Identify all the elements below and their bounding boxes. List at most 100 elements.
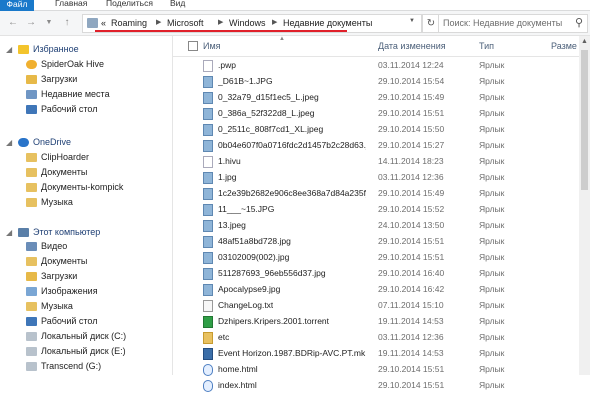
vertical-scrollbar[interactable]: ▲ bbox=[579, 36, 590, 375]
column-name[interactable]: Имя bbox=[203, 41, 221, 51]
file-row[interactable]: 511287693_96eb556d37.jpg 29.10.2014 16:40… bbox=[173, 266, 579, 282]
scrollbar-thumb[interactable] bbox=[581, 50, 588, 190]
drive-icon bbox=[26, 347, 37, 356]
file-icon bbox=[203, 156, 213, 168]
file-row[interactable]: .pwp 03.11.2014 12:24 Ярлык bbox=[173, 58, 579, 74]
search-icon[interactable]: ⚲ bbox=[575, 16, 583, 29]
file-row[interactable]: Dzhipers.Kripers.2001.torrent 19.11.2014 … bbox=[173, 314, 579, 330]
file-row[interactable]: 11___~15.JPG 29.10.2014 15:52 Ярлык bbox=[173, 202, 579, 218]
file-type: Ярлык bbox=[479, 300, 505, 310]
file-name: 11___~15.JPG bbox=[218, 204, 275, 214]
file-name: 0_2511c_808f7cd1_XL.jpeg bbox=[218, 124, 324, 134]
breadcrumb-separator-icon[interactable]: ▶ bbox=[218, 18, 223, 26]
file-name: _D61B~1.JPG bbox=[218, 76, 273, 86]
file-row[interactable]: 1.hivu 14.11.2014 18:23 Ярлык bbox=[173, 154, 579, 170]
file-row[interactable]: etc 03.11.2014 12:36 Ярлык bbox=[173, 330, 579, 346]
file-row[interactable]: 1c2e39b2682e906c8ee368a7d84a235f_f... 29.… bbox=[173, 186, 579, 202]
file-row[interactable]: 1.jpg 03.11.2014 12:36 Ярлык bbox=[173, 170, 579, 186]
tab-view[interactable]: Вид bbox=[170, 0, 185, 8]
breadcrumb-roaming[interactable]: Roaming bbox=[111, 18, 147, 28]
select-all-checkbox[interactable] bbox=[188, 41, 198, 51]
file-row[interactable]: 0_32a79_d15f1ec5_L.jpeg 29.10.2014 15:49 Я… bbox=[173, 90, 579, 106]
file-row[interactable]: 0_2511c_808f7cd1_XL.jpeg 29.10.2014 15:50… bbox=[173, 122, 579, 138]
breadcrumb-microsoft[interactable]: Microsoft bbox=[167, 18, 204, 28]
breadcrumb-separator-icon[interactable]: ▶ bbox=[272, 18, 277, 26]
file-type: Ярлык bbox=[479, 172, 505, 182]
chevron-down-icon[interactable]: ◢ bbox=[6, 138, 12, 147]
file-name: ChangeLog.txt bbox=[218, 300, 274, 310]
folder-icon bbox=[26, 198, 37, 207]
file-date: 29.10.2014 15:54 bbox=[378, 76, 445, 86]
file-type: Ярлык bbox=[479, 156, 505, 166]
file-row[interactable]: 0b04e607f0a0716fdc2d1457b2c28d63.j... 29.… bbox=[173, 138, 579, 154]
image-file-icon bbox=[203, 204, 213, 216]
up-arrow-icon[interactable]: ↑ bbox=[60, 15, 74, 31]
image-file-icon bbox=[203, 76, 213, 88]
file-row[interactable]: 48af51a8bd728.jpg 29.10.2014 15:51 Ярлык bbox=[173, 234, 579, 250]
usb-drive-icon bbox=[26, 362, 37, 371]
file-row[interactable]: ChangeLog.txt 07.11.2014 15:10 Ярлык bbox=[173, 298, 579, 314]
forward-arrow-icon[interactable]: → bbox=[24, 15, 38, 31]
file-row[interactable]: Event Horizon.1987.BDRip-AVC.PT.mk... 19.… bbox=[173, 346, 579, 362]
image-file-icon bbox=[203, 220, 213, 232]
scroll-up-arrow-icon[interactable]: ▲ bbox=[579, 36, 590, 48]
file-row[interactable]: Apocalypse9.jpg 29.10.2014 16:42 Ярлык bbox=[173, 282, 579, 298]
tab-home[interactable]: Главная bbox=[55, 0, 87, 8]
file-date: 29.10.2014 15:50 bbox=[378, 124, 445, 134]
breadcrumb-recent-documents[interactable]: Недавние документы bbox=[283, 18, 372, 28]
downloads-folder-icon bbox=[26, 272, 37, 281]
search-input[interactable]: Поиск: Недавние документы ⚲ bbox=[438, 14, 588, 33]
file-name: 0_386a_52f322d8_L.jpeg bbox=[218, 108, 315, 118]
tab-share[interactable]: Поделиться bbox=[106, 0, 153, 8]
file-row[interactable]: index.html 29.10.2014 15:51 Ярлык bbox=[173, 378, 579, 394]
folder-icon bbox=[203, 332, 213, 344]
image-file-icon bbox=[203, 108, 213, 120]
spideroak-icon bbox=[26, 60, 37, 69]
breadcrumb-overflow[interactable]: « bbox=[101, 18, 106, 28]
navigation-bar: ← → ▼ ↑ « Roaming ▶ Microsoft ▶ Windows … bbox=[0, 11, 590, 36]
file-row[interactable]: _D61B~1.JPG 29.10.2014 15:54 Ярлык bbox=[173, 74, 579, 90]
address-dropdown-icon[interactable]: ▼ bbox=[409, 18, 415, 24]
file-name: 1.jpg bbox=[218, 172, 237, 182]
image-file-icon bbox=[203, 188, 213, 200]
file-date: 29.10.2014 15:49 bbox=[378, 92, 445, 102]
star-icon bbox=[18, 45, 29, 54]
image-file-icon bbox=[203, 172, 213, 184]
folder-icon bbox=[26, 168, 37, 177]
file-type: Ярлык bbox=[479, 348, 505, 358]
file-name: 03102009(002).jpg bbox=[218, 252, 290, 262]
column-date-modified[interactable]: Дата изменения bbox=[378, 41, 446, 51]
breadcrumb-windows[interactable]: Windows bbox=[229, 18, 266, 28]
file-name: Apocalypse9.jpg bbox=[218, 284, 281, 294]
file-type: Ярлык bbox=[479, 380, 505, 390]
file-date: 07.11.2014 15:10 bbox=[378, 300, 444, 310]
file-row[interactable]: 13.jpeg 24.10.2014 13:50 Ярлык bbox=[173, 218, 579, 234]
file-type: Ярлык bbox=[479, 252, 505, 262]
chevron-down-icon[interactable]: ◢ bbox=[6, 228, 12, 237]
file-type: Ярлык bbox=[479, 220, 505, 230]
breadcrumb-separator-icon[interactable]: ▶ bbox=[156, 18, 161, 26]
file-type: Ярлык bbox=[479, 364, 505, 374]
column-size[interactable]: Разме bbox=[551, 41, 577, 51]
folder-icon bbox=[26, 183, 37, 192]
chevron-down-icon[interactable]: ◢ bbox=[6, 45, 12, 54]
file-type: Ярлык bbox=[479, 124, 505, 134]
file-name: 0b04e607f0a0716fdc2d1457b2c28d63.j... bbox=[218, 140, 366, 150]
tab-file[interactable]: Файл bbox=[0, 0, 34, 11]
back-arrow-icon[interactable]: ← bbox=[6, 15, 20, 31]
file-row[interactable]: home.html 29.10.2014 15:51 Ярлык bbox=[173, 362, 579, 378]
file-row[interactable]: 0_386a_52f322d8_L.jpeg 29.10.2014 15:51 Яр… bbox=[173, 106, 579, 122]
file-name: Dzhipers.Kripers.2001.torrent bbox=[218, 316, 330, 326]
downloads-folder-icon bbox=[26, 75, 37, 84]
column-header-row: ▲ Имя Дата изменения Тип Разме bbox=[173, 36, 579, 57]
file-list: ▲ Имя Дата изменения Тип Разме .pwp 03.11… bbox=[173, 36, 579, 392]
file-date: 29.10.2014 16:40 bbox=[378, 268, 445, 278]
file-row[interactable]: 03102009(002).jpg 29.10.2014 15:51 Ярлык bbox=[173, 250, 579, 266]
file-type: Ярлык bbox=[479, 332, 505, 342]
image-file-icon bbox=[203, 124, 213, 136]
file-date: 14.11.2014 18:23 bbox=[378, 156, 444, 166]
browser-file-icon bbox=[203, 364, 213, 376]
file-date: 19.11.2014 14:53 bbox=[378, 316, 444, 326]
column-type[interactable]: Тип bbox=[479, 41, 494, 51]
recent-locations-chevron-icon[interactable]: ▼ bbox=[42, 15, 56, 31]
